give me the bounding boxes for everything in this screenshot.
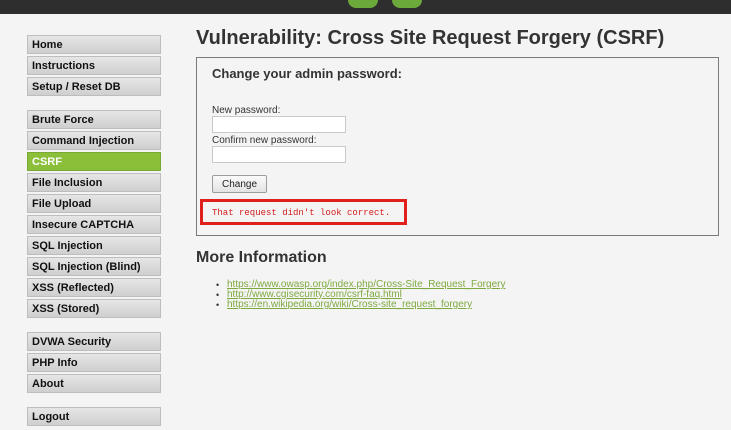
main-menu: Home Instructions Setup / Reset DB Brute Fo…: [27, 35, 161, 428]
menu-item-file-inclusion[interactable]: File Inclusion: [27, 173, 161, 192]
header-banner: [0, 0, 731, 14]
menu-item-about[interactable]: About: [27, 374, 161, 393]
bullet-icon: •: [216, 300, 220, 310]
error-message: That request didn't look correct.: [212, 208, 391, 218]
menu-item-insecure-captcha[interactable]: Insecure CAPTCHA: [27, 215, 161, 234]
confirm-password-input[interactable]: [212, 146, 346, 163]
list-item: • https://en.wikipedia.org/wiki/Cross-sit…: [216, 299, 505, 311]
confirm-password-label: Confirm new password:: [212, 135, 317, 146]
menu-item-sql-injection[interactable]: SQL Injection: [27, 236, 161, 255]
reference-links: • https://www.owasp.org/index.php/Cross-S…: [216, 280, 505, 311]
error-highlight: That request didn't look correct.: [200, 199, 407, 225]
menu-item-instructions[interactable]: Instructions: [27, 56, 161, 75]
form-title: Change your admin password:: [212, 66, 402, 81]
page-title: Vulnerability: Cross Site Request Forger…: [196, 27, 665, 49]
menu-item-file-upload[interactable]: File Upload: [27, 194, 161, 213]
change-password-panel: Change your admin password: New password…: [196, 57, 719, 236]
menu-divider: [27, 320, 161, 332]
menu-item-sql-injection-blind[interactable]: SQL Injection (Blind): [27, 257, 161, 276]
menu-item-csrf[interactable]: CSRF: [27, 152, 161, 171]
new-password-label: New password:: [212, 105, 281, 116]
change-button[interactable]: Change: [212, 175, 267, 193]
menu-item-dvwa-security[interactable]: DVWA Security: [27, 332, 161, 351]
logo: [348, 0, 378, 8]
bullet-icon: •: [216, 280, 220, 290]
menu-item-logout[interactable]: Logout: [27, 407, 161, 426]
menu-item-brute-force[interactable]: Brute Force: [27, 110, 161, 129]
new-password-input[interactable]: [212, 116, 346, 133]
menu-item-xss-reflected[interactable]: XSS (Reflected): [27, 278, 161, 297]
menu-item-setup-reset-db[interactable]: Setup / Reset DB: [27, 77, 161, 96]
menu-item-xss-stored[interactable]: XSS (Stored): [27, 299, 161, 318]
menu-item-home[interactable]: Home: [27, 35, 161, 54]
menu-item-command-injection[interactable]: Command Injection: [27, 131, 161, 150]
bullet-icon: •: [216, 290, 220, 300]
menu-divider: [27, 395, 161, 407]
logo-part: [392, 0, 422, 8]
more-information-title: More Information: [196, 249, 327, 266]
menu-divider: [27, 98, 161, 110]
wikipedia-link[interactable]: https://en.wikipedia.org/wiki/Cross-site…: [227, 299, 472, 310]
menu-item-php-info[interactable]: PHP Info: [27, 353, 161, 372]
